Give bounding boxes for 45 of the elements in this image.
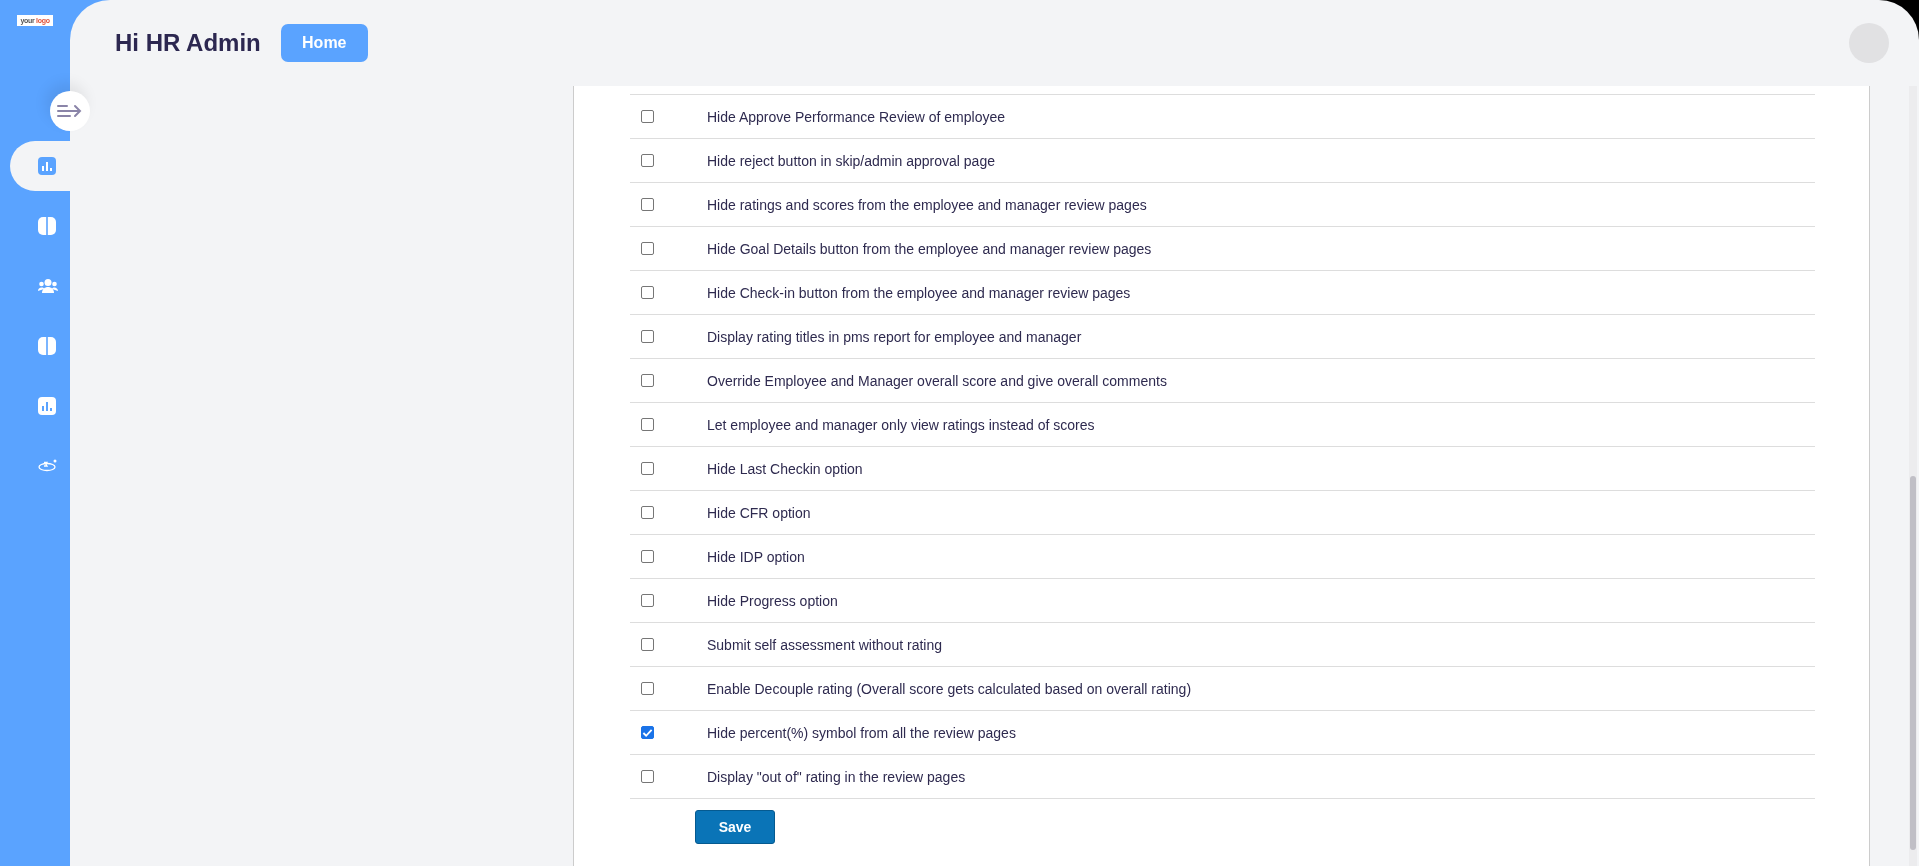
- greeting: Hi HR Admin: [115, 29, 261, 57]
- setting-label: Hide Last Checkin option: [707, 460, 863, 477]
- checkbox[interactable]: [641, 286, 654, 299]
- setting-label: Override Employee and Manager overall score and give overall comments: [707, 372, 1167, 389]
- setting-label: Submit self assessment without rating: [707, 636, 942, 653]
- checkbox[interactable]: [641, 110, 654, 123]
- checkbox[interactable]: [641, 594, 654, 607]
- setting-label: Enable Decouple rating (Overall score gets calculated based on overall rating): [707, 680, 1192, 697]
- checkbox[interactable]: [641, 550, 654, 563]
- save-button[interactable]: Save: [695, 810, 775, 844]
- setting-label: Hide CFR option: [707, 504, 811, 521]
- checkbox[interactable]: [641, 154, 654, 167]
- checkbox[interactable]: [641, 506, 654, 519]
- setting-label: Hide ratings and scores from the employee and manager review pages: [707, 196, 1147, 213]
- rotation-icon: [38, 459, 58, 473]
- sidebar-item[interactable]: [10, 141, 71, 191]
- setting-label: Hide IDP option: [707, 548, 805, 565]
- setting-label: Hide Goal Details button from the employee and manager review pages: [707, 240, 1152, 257]
- people-icon: [38, 278, 58, 294]
- arrow-lines-icon: [57, 104, 83, 118]
- checkbox[interactable]: [641, 418, 654, 431]
- checkbox[interactable]: [641, 242, 654, 255]
- panel-icon: [38, 217, 56, 235]
- checkbox[interactable]: [641, 462, 654, 475]
- setting-label: Hide Progress option: [707, 592, 838, 609]
- setting-label: Display "out of" rating in the review pages: [707, 768, 966, 785]
- setting-label: Hide Check-in button from the employee and manager review pages: [707, 284, 1131, 301]
- setting-label: Let employee and manager only view ratings instead of scores: [707, 416, 1095, 433]
- chart-icon: [38, 397, 56, 415]
- setting-label: Display rating titles in pms report for employee and manager: [707, 328, 1082, 345]
- home-button[interactable]: Home: [280, 24, 368, 62]
- setting-label: Hide reject button in skip/admin approval page: [707, 152, 995, 169]
- checkbox[interactable]: [641, 330, 654, 343]
- setting-label: Hide percent(%) symbol from all the review pages: [707, 724, 1016, 741]
- checkbox[interactable]: [641, 726, 654, 739]
- checkbox[interactable]: [641, 770, 654, 783]
- chart-icon: [38, 157, 56, 175]
- setting-label: Hide Approve Performance Review of employee: [707, 108, 1006, 125]
- scrollbar[interactable]: [1909, 86, 1917, 866]
- collapse-button[interactable]: [50, 91, 90, 131]
- panel-icon: [38, 337, 56, 355]
- checkbox[interactable]: [641, 198, 654, 211]
- checkbox[interactable]: [641, 638, 654, 651]
- checkbox[interactable]: [641, 374, 654, 387]
- checkbox[interactable]: [641, 682, 654, 695]
